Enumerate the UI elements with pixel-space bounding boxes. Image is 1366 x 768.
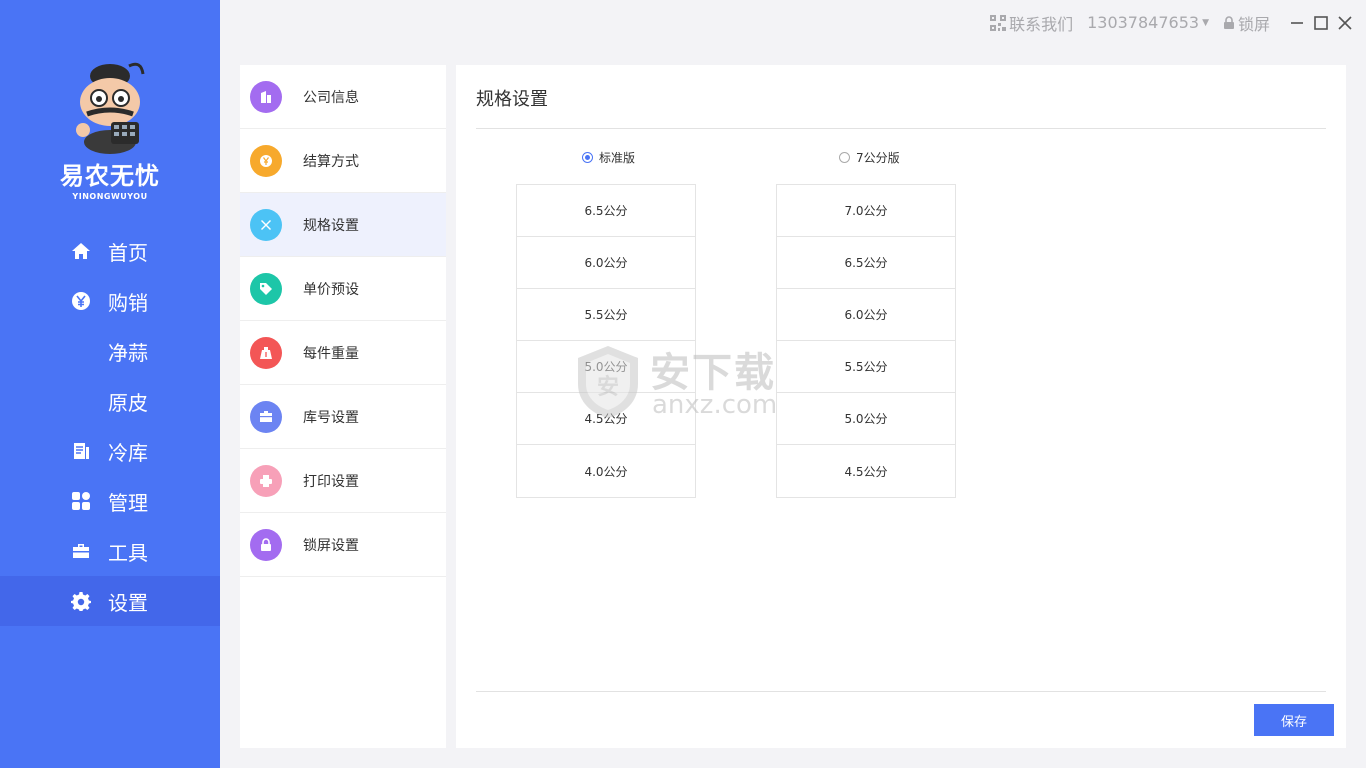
maximize-icon [1314, 15, 1328, 30]
radio-standard-option[interactable]: 标准版 [582, 149, 635, 166]
settings-item-label: 单价预设 [303, 281, 359, 298]
spec-cell[interactable]: 7.0公分 [777, 185, 955, 237]
logo: 易农无忧 YINONGWUYOU [0, 58, 220, 201]
settings-item-company-info[interactable]: 公司信息 [240, 65, 446, 129]
title-bar: 联系我们 13037847653 ▼ 锁屏 [220, 0, 1366, 45]
settings-item-label: 公司信息 [303, 89, 359, 106]
minimize-icon [1291, 21, 1303, 24]
close-button[interactable] [1334, 12, 1356, 34]
settings-item-weight[interactable]: 每件重量 [240, 321, 446, 385]
nav-item-cold-storage[interactable]: 冷库 [0, 426, 220, 476]
standard-spec-list: 6.5公分 6.0公分 5.5公分 5.0公分 4.5公分 4.0公分 [516, 184, 696, 498]
yen-coin-icon [250, 144, 282, 177]
main-nav: 首页 购销 净蒜 原皮 冷库 管理 工具 设置 [0, 226, 220, 626]
spec-cell[interactable]: 5.0公分 [517, 341, 695, 393]
caret-down-icon: ▼ [1202, 17, 1209, 28]
maximize-button[interactable] [1310, 12, 1332, 34]
divider [476, 128, 1326, 129]
spec-cell[interactable]: 4.5公分 [517, 393, 695, 445]
contact-us-link[interactable]: 联系我们 [990, 11, 1073, 35]
toolbox-icon [70, 540, 92, 562]
nav-item-tools[interactable]: 工具 [0, 526, 220, 576]
radio-label: 7公分版 [856, 151, 900, 165]
spec-cell[interactable]: 5.0公分 [777, 393, 955, 445]
save-button[interactable]: 保存 [1254, 704, 1334, 736]
printer-icon [250, 464, 282, 497]
tools-icon [250, 208, 282, 241]
settings-item-label: 结算方式 [303, 153, 359, 170]
spec-settings-panel: 规格设置 标准版 7公分版 6.5公分 6.0公分 5.5公分 5.0公分 4.… [456, 65, 1346, 748]
grid-icon [70, 490, 92, 512]
tag-icon [250, 272, 282, 305]
seven-cm-spec-list: 7.0公分 6.5公分 6.0公分 5.5公分 5.0公分 4.5公分 [776, 184, 956, 498]
brand-subtitle: YINONGWUYOU [72, 192, 148, 201]
spec-cell[interactable]: 6.0公分 [777, 289, 955, 341]
nav-label: 设置 [108, 590, 148, 615]
gear-icon [70, 590, 92, 612]
spec-cell[interactable]: 4.0公分 [517, 445, 695, 497]
spec-cell[interactable]: 6.0公分 [517, 237, 695, 289]
close-icon [1338, 15, 1352, 30]
home-icon [70, 240, 92, 262]
nav-item-net-garlic[interactable]: 净蒜 [0, 326, 220, 376]
nav-item-home[interactable]: 首页 [0, 226, 220, 276]
nav-label: 首页 [108, 240, 148, 265]
lock-icon [250, 528, 282, 561]
qr-code-icon [990, 14, 1007, 31]
radio-7cm-option[interactable]: 7公分版 [839, 149, 900, 166]
nav-label: 购销 [108, 290, 148, 315]
settings-item-storage-number[interactable]: 库号设置 [240, 385, 446, 449]
lock-screen-label: 锁屏 [1237, 14, 1270, 34]
contact-us-label: 联系我们 [1009, 14, 1074, 34]
settings-item-label: 锁屏设置 [303, 537, 359, 554]
nav-label: 原皮 [108, 390, 148, 415]
lock-icon [1223, 16, 1234, 29]
briefcase-icon [250, 400, 282, 433]
nav-label: 净蒜 [108, 340, 148, 365]
settings-item-print[interactable]: 打印设置 [240, 449, 446, 513]
settings-item-settlement[interactable]: 结算方式 [240, 129, 446, 193]
spec-cell[interactable]: 6.5公分 [517, 185, 695, 237]
brand-name: 易农无忧 [60, 162, 160, 190]
account-dropdown[interactable]: 13037847653 ▼ [1087, 13, 1209, 32]
settings-menu: 公司信息 结算方式 规格设置 单价预设 每件重量 库号设置 打印设置 锁屏设置 [240, 65, 446, 748]
settings-item-label: 规格设置 [303, 217, 359, 234]
settings-item-lock-screen[interactable]: 锁屏设置 [240, 513, 446, 577]
mascot-logo [76, 62, 145, 154]
nav-label: 冷库 [108, 440, 148, 465]
nav-label: 工具 [108, 540, 148, 565]
lock-screen-button[interactable]: 锁屏 [1223, 11, 1270, 35]
divider [476, 691, 1326, 692]
settings-item-spec[interactable]: 规格设置 [240, 193, 446, 257]
settings-item-price-preset[interactable]: 单价预设 [240, 257, 446, 321]
nav-label: 管理 [108, 490, 148, 515]
spec-cell[interactable]: 6.5公分 [777, 237, 955, 289]
radio-button[interactable] [839, 152, 850, 163]
radio-label: 标准版 [599, 151, 636, 165]
page-title: 规格设置 [476, 89, 548, 110]
nav-item-manage[interactable]: 管理 [0, 476, 220, 526]
phone-number: 13037847653 [1087, 13, 1200, 32]
settings-item-label: 每件重量 [303, 345, 359, 362]
nav-item-settings[interactable]: 设置 [0, 576, 220, 626]
building-icon [250, 80, 282, 113]
spec-cell[interactable]: 4.5公分 [777, 445, 955, 497]
spec-cell[interactable]: 5.5公分 [777, 341, 955, 393]
document-icon [70, 440, 92, 462]
radio-button[interactable] [582, 152, 593, 163]
sidebar: 易农无忧 YINONGWUYOU 首页 购销 净蒜 原皮 冷库 管理 工具 设置 [0, 0, 220, 768]
minimize-button[interactable] [1286, 12, 1308, 34]
spec-cell[interactable]: 5.5公分 [517, 289, 695, 341]
settings-item-label: 库号设置 [303, 409, 359, 426]
weight-icon [250, 336, 282, 369]
settings-item-label: 打印设置 [303, 473, 359, 490]
nav-item-raw-garlic[interactable]: 原皮 [0, 376, 220, 426]
nav-item-trade[interactable]: 购销 [0, 276, 220, 326]
yen-circle-icon [70, 290, 92, 312]
